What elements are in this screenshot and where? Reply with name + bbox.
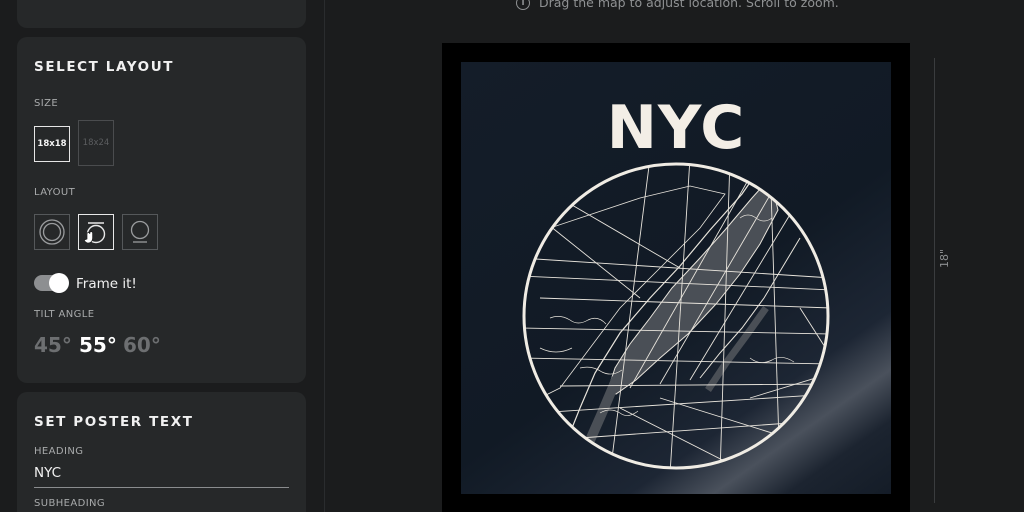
- map-hint: i Drag the map to adjust location. Scrol…: [516, 0, 839, 10]
- poster-frame: NYC: [442, 43, 910, 512]
- layout-label: LAYOUT: [34, 187, 76, 198]
- poster-dimension-line: [934, 58, 935, 503]
- tilt-option-55[interactable]: 55°: [79, 333, 117, 357]
- size-option-18x18[interactable]: 18x18: [34, 126, 70, 162]
- previous-panel-card: [17, 0, 306, 28]
- frame-toggle-knob: [49, 273, 69, 293]
- size-option-18x24[interactable]: 18x24: [78, 120, 114, 166]
- circle-with-bottom-text-layout-icon: [130, 220, 150, 243]
- info-icon: i: [516, 0, 530, 10]
- poster-heading: NYC: [606, 93, 746, 163]
- select-layout-panel: SELECT LAYOUT SIZE 18x18 18x24 LAYOUT Fr…: [17, 37, 306, 383]
- heading-input-underline: [34, 487, 289, 488]
- tilt-option-60[interactable]: 60°: [123, 333, 161, 357]
- set-poster-text-panel: SET POSTER TEXT HEADING NYC SUBHEADING: [17, 392, 306, 512]
- layout-option-circle[interactable]: [34, 214, 70, 250]
- subheading-label: SUBHEADING: [34, 498, 106, 509]
- size-label: SIZE: [34, 98, 59, 109]
- frame-toggle-label: Frame it!: [76, 276, 137, 292]
- poster-dimension-label: 18": [938, 248, 951, 268]
- circle-with-title-layout-icon: [83, 222, 106, 244]
- layout-option-circle-with-bottom-text[interactable]: [122, 214, 158, 250]
- city-map[interactable]: [520, 158, 832, 474]
- heading-label: HEADING: [34, 446, 84, 457]
- map-hint-text: Drag the map to adjust location. Scroll …: [539, 0, 839, 10]
- circle-layout-icon: [39, 219, 65, 245]
- sidebar: SELECT LAYOUT SIZE 18x18 18x24 LAYOUT Fr…: [0, 0, 325, 512]
- poster-preview[interactable]: NYC: [461, 62, 891, 494]
- tilt-angle-label: TILT ANGLE: [34, 309, 95, 320]
- tilt-option-45[interactable]: 45°: [34, 333, 72, 357]
- heading-input[interactable]: NYC: [34, 465, 61, 481]
- layout-option-circle-with-title[interactable]: [78, 214, 114, 250]
- frame-toggle[interactable]: [34, 273, 69, 293]
- set-poster-text-title: SET POSTER TEXT: [34, 414, 194, 430]
- select-layout-title: SELECT LAYOUT: [34, 59, 175, 75]
